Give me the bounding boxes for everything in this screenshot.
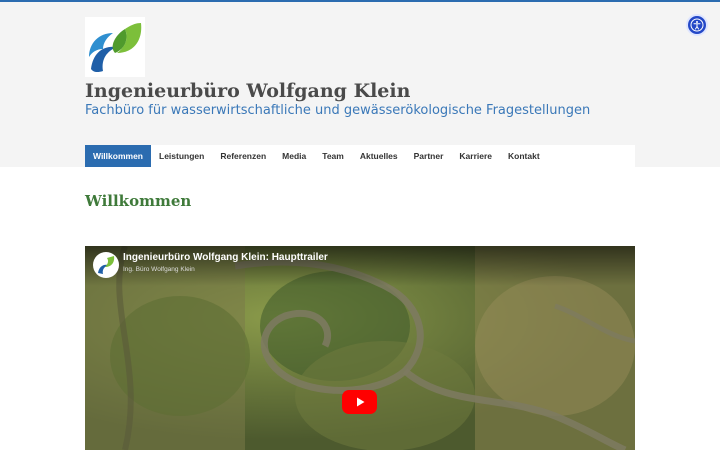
site-subtitle: Fachbüro für wasserwirtschaftliche und g… [85,103,591,118]
channel-logo-icon [98,256,115,274]
video-channel-name[interactable]: Ing. Büro Wolfgang Klein [123,266,195,273]
nav-item-karriere[interactable]: Karriere [451,145,500,167]
main-navigation: Willkommen Leistungen Referenzen Media T… [85,145,635,167]
accessibility-button[interactable] [686,14,708,36]
video-embed[interactable]: Ingenieurbüro Wolfgang Klein: Haupttrail… [85,246,635,450]
accessibility-icon [690,18,704,32]
site-title: Ingenieurbüro Wolfgang Klein [85,80,411,102]
channel-avatar[interactable] [93,252,119,278]
nav-item-kontakt[interactable]: Kontakt [500,145,548,167]
site-logo[interactable] [85,17,145,77]
nav-item-referenzen[interactable]: Referenzen [212,145,274,167]
video-title[interactable]: Ingenieurbüro Wolfgang Klein: Haupttrail… [123,252,328,263]
leaf-water-logo-icon [89,23,142,73]
youtube-play-icon [356,397,364,407]
nav-item-leistungen[interactable]: Leistungen [151,145,212,167]
nav-item-media[interactable]: Media [274,145,314,167]
play-button[interactable] [342,390,377,414]
site-header: Ingenieurbüro Wolfgang Klein Fachbüro fü… [0,2,720,167]
nav-item-partner[interactable]: Partner [406,145,452,167]
nav-item-willkommen[interactable]: Willkommen [85,145,151,167]
page-title: Willkommen [85,192,192,210]
nav-item-aktuelles[interactable]: Aktuelles [352,145,406,167]
nav-item-team[interactable]: Team [314,145,352,167]
